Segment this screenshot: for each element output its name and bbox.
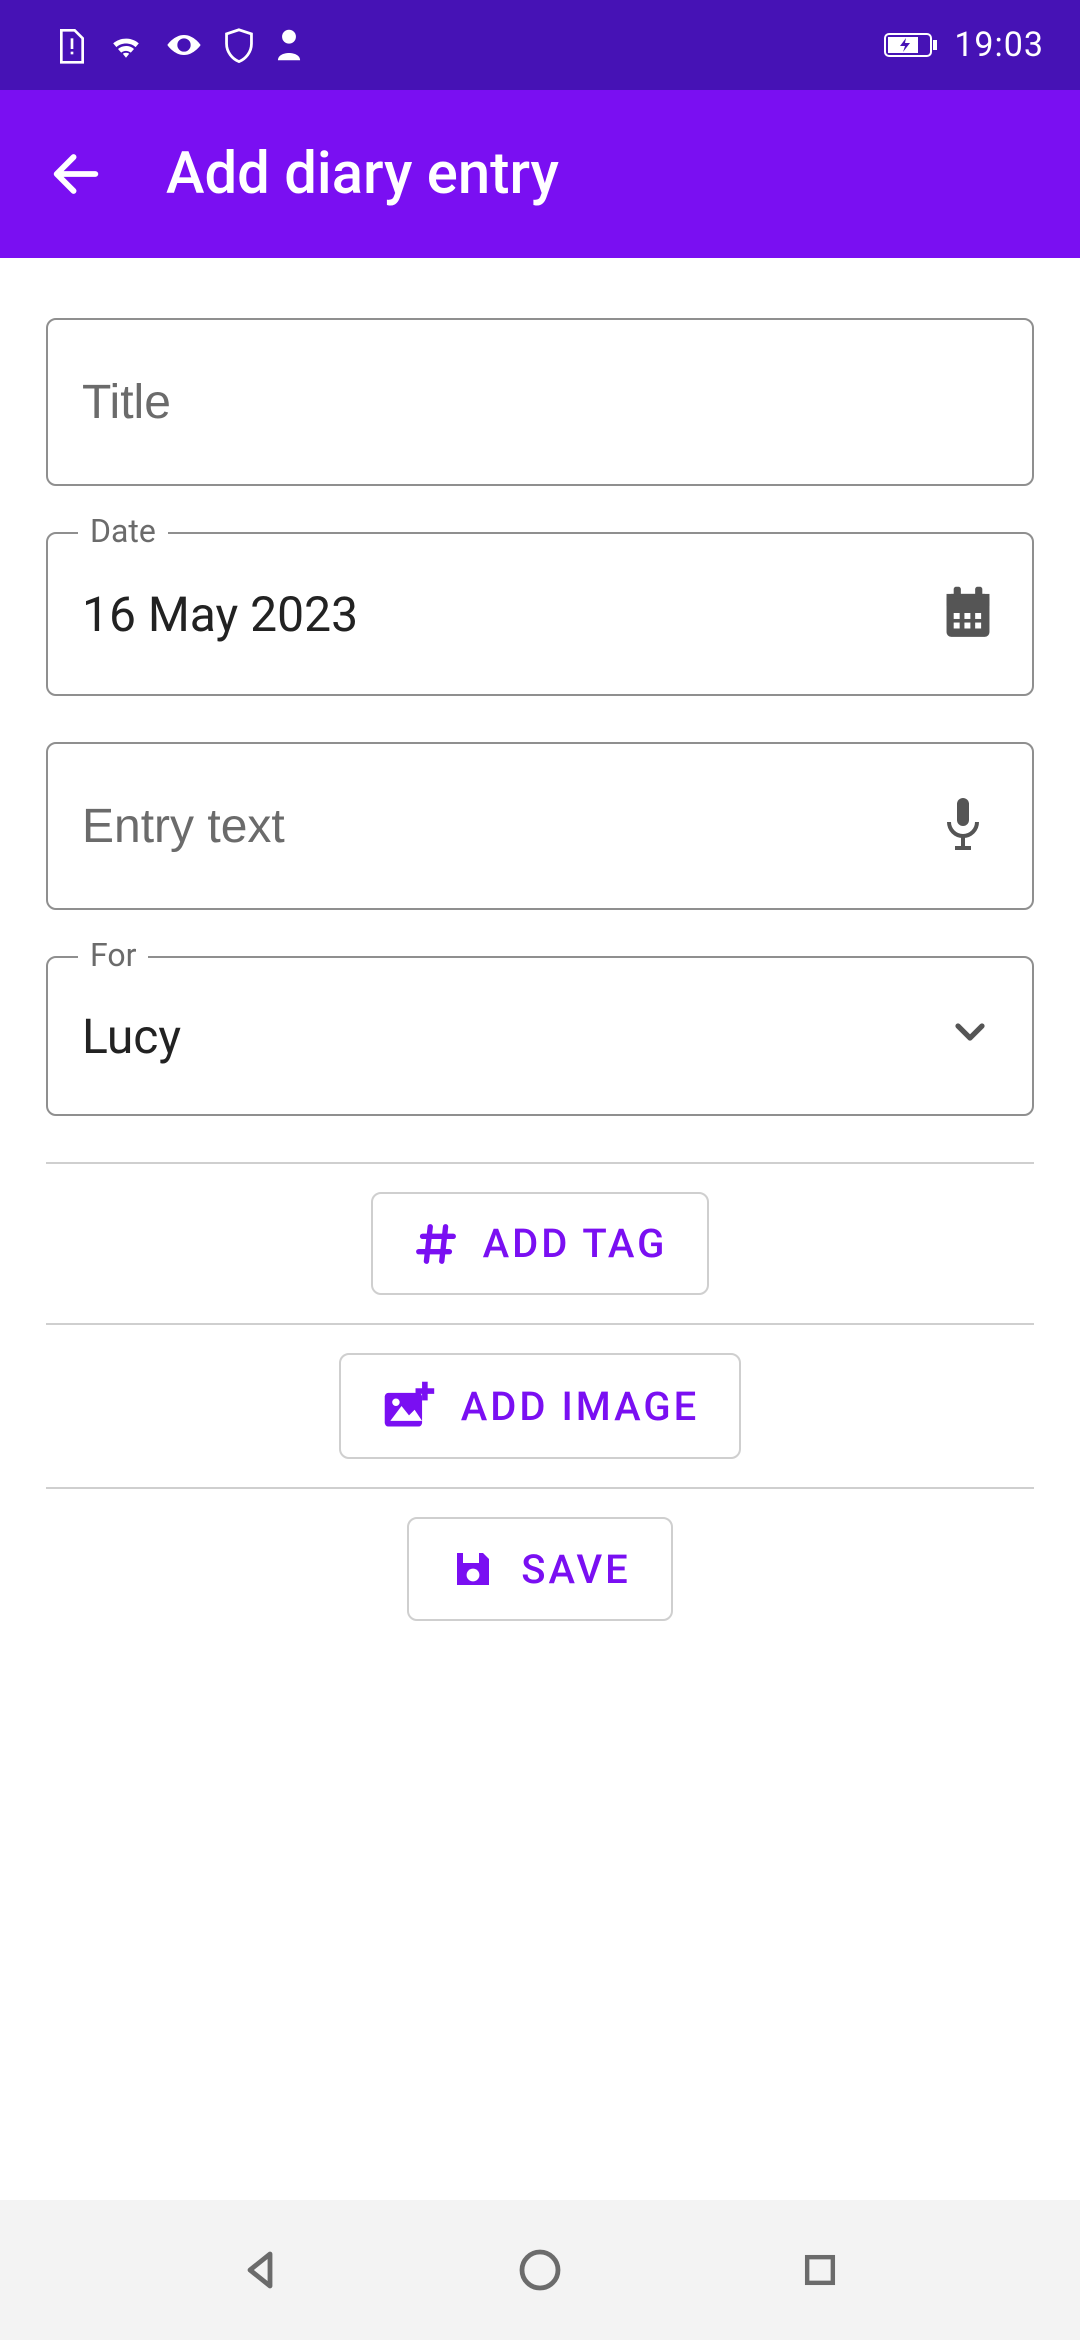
calendar-icon[interactable]	[938, 582, 1002, 646]
add-image-row: ADD IMAGE	[46, 1325, 1034, 1487]
save-row: SAVE	[46, 1489, 1034, 1649]
nav-recent-button[interactable]	[790, 2240, 850, 2300]
save-label: SAVE	[521, 1546, 631, 1593]
save-icon	[449, 1545, 497, 1593]
status-time: 19:03	[954, 25, 1044, 65]
add-image-button[interactable]: ADD IMAGE	[339, 1353, 741, 1459]
app-bar: Add diary entry	[0, 90, 1080, 258]
content: Date 16 May 2023	[0, 258, 1080, 1649]
entry-input[interactable]	[82, 744, 918, 908]
add-image-icon	[381, 1381, 437, 1431]
chevron-down-icon[interactable]	[946, 1008, 1002, 1064]
status-right: 19:03	[884, 25, 1044, 65]
for-field[interactable]: For Lucy	[46, 956, 1034, 1116]
shield-icon	[222, 27, 256, 63]
add-image-label: ADD IMAGE	[461, 1383, 699, 1430]
save-button[interactable]: SAVE	[407, 1517, 673, 1621]
date-label: Date	[78, 512, 168, 550]
page-title: Add diary entry	[166, 140, 559, 208]
battery-charging-icon	[884, 30, 942, 60]
sim-alert-icon	[56, 25, 88, 65]
microphone-icon[interactable]	[938, 794, 1002, 858]
wifi-icon	[106, 29, 146, 61]
person-icon	[274, 27, 304, 63]
entry-field[interactable]	[46, 742, 1034, 910]
date-value: 16 May 2023	[82, 586, 918, 643]
eye-icon	[164, 29, 204, 61]
nav-home-button[interactable]	[510, 2240, 570, 2300]
title-field[interactable]	[46, 318, 1034, 486]
add-tag-label: ADD TAG	[483, 1220, 668, 1267]
title-input[interactable]	[48, 320, 1032, 484]
arrow-left-icon	[47, 145, 105, 203]
system-nav-bar	[0, 2200, 1080, 2340]
for-value: Lucy	[82, 1008, 926, 1065]
hash-icon	[413, 1221, 459, 1267]
for-label: For	[78, 936, 148, 974]
add-tag-button[interactable]: ADD TAG	[371, 1192, 710, 1295]
status-left	[56, 25, 304, 65]
add-tag-row: ADD TAG	[46, 1164, 1034, 1323]
back-button[interactable]	[40, 138, 112, 210]
nav-back-button[interactable]	[230, 2240, 290, 2300]
date-field[interactable]: Date 16 May 2023	[46, 532, 1034, 696]
status-bar: 19:03	[0, 0, 1080, 90]
